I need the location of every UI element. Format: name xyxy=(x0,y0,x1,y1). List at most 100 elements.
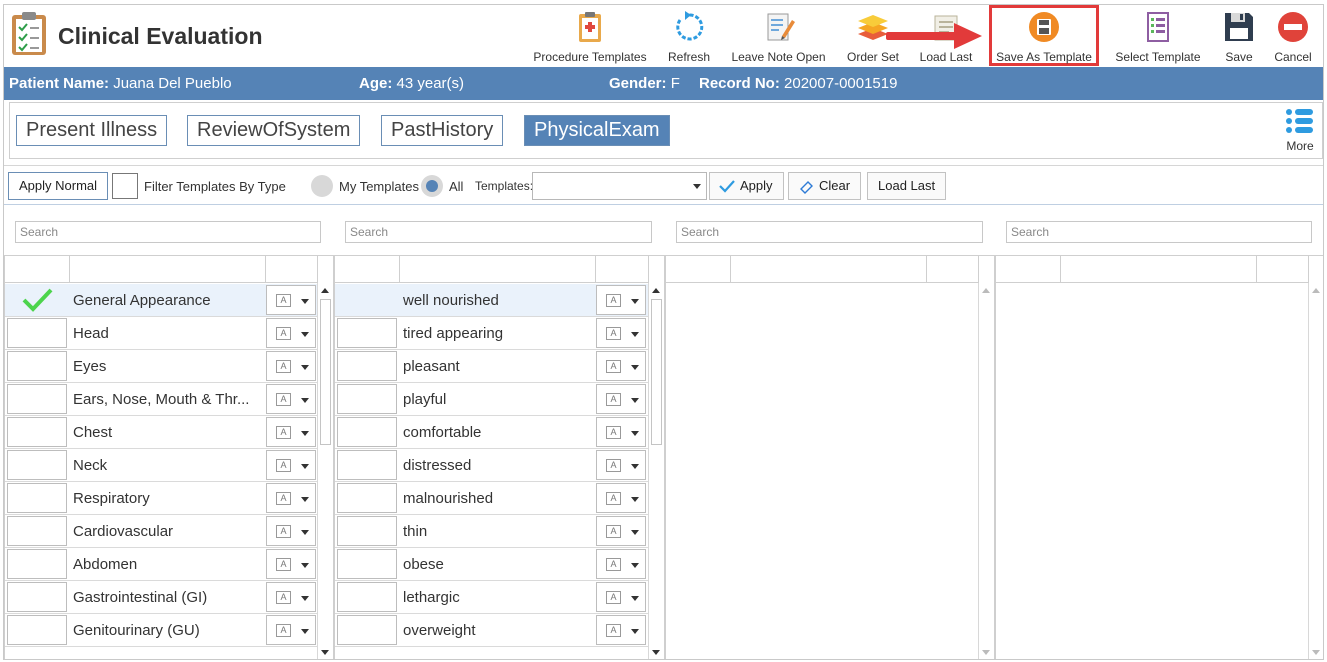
row-checkbox[interactable] xyxy=(337,549,397,579)
findings-scrollbar[interactable] xyxy=(648,283,664,659)
detail-grid-4-scrollbar[interactable] xyxy=(1308,283,1323,659)
text-dropdown-button[interactable]: A xyxy=(596,318,646,348)
templates-select[interactable] xyxy=(532,172,707,200)
row-checkbox[interactable] xyxy=(337,417,397,447)
text-dropdown-button[interactable]: A xyxy=(266,417,316,447)
table-row[interactable]: malnourished A xyxy=(335,482,649,515)
text-dropdown-button[interactable]: A xyxy=(596,384,646,414)
table-row[interactable]: Abdomen A xyxy=(5,548,318,581)
table-row[interactable]: Head A xyxy=(5,317,318,350)
text-dropdown-button[interactable]: A xyxy=(266,318,316,348)
my-templates-radio[interactable] xyxy=(311,175,333,197)
table-row[interactable]: thin A xyxy=(335,515,649,548)
refresh-button[interactable]: Refresh xyxy=(664,7,714,65)
row-checkbox[interactable] xyxy=(337,285,397,315)
search-input-systems[interactable]: Search xyxy=(15,221,321,243)
row-checkbox[interactable] xyxy=(7,351,67,381)
select-template-label: Select Template xyxy=(1115,50,1201,64)
row-checkbox[interactable] xyxy=(7,417,67,447)
text-dropdown-button[interactable]: A xyxy=(266,285,316,315)
save-as-template-button[interactable]: Save As Template xyxy=(994,7,1094,65)
detail-grid-3-scrollbar[interactable] xyxy=(978,283,994,659)
row-checkbox[interactable] xyxy=(7,615,67,645)
apply-normal-button[interactable]: Apply Normal xyxy=(8,172,109,200)
row-checkbox[interactable] xyxy=(7,483,67,513)
load-last-button[interactable]: Load Last xyxy=(867,172,947,200)
text-dropdown-button[interactable]: A xyxy=(596,582,646,612)
text-dropdown-button[interactable]: A xyxy=(266,582,316,612)
row-checkbox[interactable] xyxy=(337,384,397,414)
table-row[interactable]: well nourished A xyxy=(335,284,649,317)
row-checkbox[interactable] xyxy=(7,384,67,414)
save-button[interactable]: Save xyxy=(1219,7,1259,65)
row-checkbox[interactable] xyxy=(7,516,67,546)
systems-grid-header xyxy=(5,256,318,283)
tab-past-history[interactable]: PastHistory xyxy=(381,115,504,146)
row-checkbox[interactable] xyxy=(7,285,67,315)
table-row[interactable]: overweight A xyxy=(335,614,649,647)
row-checkbox[interactable] xyxy=(337,483,397,513)
text-dropdown-button[interactable]: A xyxy=(596,516,646,546)
procedure-templates-button[interactable]: Procedure Templates xyxy=(531,7,649,65)
tab-physical-exam[interactable]: PhysicalExam xyxy=(524,115,670,146)
table-row[interactable]: lethargic A xyxy=(335,581,649,614)
table-row[interactable]: Gastrointestinal (GI) A xyxy=(5,581,318,614)
row-checkbox[interactable] xyxy=(337,450,397,480)
text-dropdown-button[interactable]: A xyxy=(266,615,316,645)
table-row[interactable]: Respiratory A xyxy=(5,482,318,515)
table-row[interactable]: Cardiovascular A xyxy=(5,515,318,548)
text-dropdown-button[interactable]: A xyxy=(596,351,646,381)
table-row[interactable]: tired appearing A xyxy=(335,317,649,350)
table-row[interactable]: comfortable A xyxy=(335,416,649,449)
apply-button[interactable]: Apply xyxy=(709,172,784,200)
table-row[interactable]: Neck A xyxy=(5,449,318,482)
search-input-column-4[interactable]: Search xyxy=(1006,221,1312,243)
text-dropdown-button[interactable]: A xyxy=(266,450,316,480)
text-dropdown-button[interactable]: A xyxy=(596,549,646,579)
systems-scrollbar[interactable] xyxy=(317,283,333,659)
search-input-column-3[interactable]: Search xyxy=(676,221,983,243)
search-input-findings[interactable]: Search xyxy=(345,221,652,243)
detail-grid-4-header xyxy=(996,256,1309,283)
table-row[interactable]: Genitourinary (GU) A xyxy=(5,614,318,647)
select-template-button[interactable]: Select Template xyxy=(1112,7,1204,65)
text-dropdown-button[interactable]: A xyxy=(266,351,316,381)
row-checkbox[interactable] xyxy=(7,450,67,480)
row-checkbox[interactable] xyxy=(7,318,67,348)
row-checkbox[interactable] xyxy=(337,615,397,645)
text-dropdown-button[interactable]: A xyxy=(266,384,316,414)
table-row[interactable]: obese A xyxy=(335,548,649,581)
filter-by-type-checkbox[interactable] xyxy=(112,173,138,199)
row-checkbox[interactable] xyxy=(337,516,397,546)
more-button[interactable]: More xyxy=(1282,105,1318,153)
table-row[interactable]: pleasant A xyxy=(335,350,649,383)
row-checkbox[interactable] xyxy=(337,318,397,348)
clear-button[interactable]: Clear xyxy=(788,172,862,200)
tab-review-of-system[interactable]: ReviewOfSystem xyxy=(187,115,361,146)
table-row[interactable]: Ears, Nose, Mouth & Thr... A xyxy=(5,383,318,416)
all-radio[interactable] xyxy=(421,175,443,197)
text-dropdown-button[interactable]: A xyxy=(266,549,316,579)
table-row[interactable]: distressed A xyxy=(335,449,649,482)
text-dropdown-button[interactable]: A xyxy=(266,516,316,546)
table-row[interactable]: playful A xyxy=(335,383,649,416)
text-format-icon: A xyxy=(606,558,621,571)
text-dropdown-button[interactable]: A xyxy=(596,417,646,447)
row-checkbox[interactable] xyxy=(337,351,397,381)
table-row[interactable]: Eyes A xyxy=(5,350,318,383)
text-dropdown-button[interactable]: A xyxy=(596,483,646,513)
text-dropdown-button[interactable]: A xyxy=(596,615,646,645)
cancel-button[interactable]: Cancel xyxy=(1271,7,1315,65)
text-dropdown-button[interactable]: A xyxy=(596,450,646,480)
text-format-icon: A xyxy=(276,294,291,307)
row-checkbox[interactable] xyxy=(7,582,67,612)
patient-record-value: 202007-0001519 xyxy=(784,75,898,92)
row-checkbox[interactable] xyxy=(337,582,397,612)
table-row[interactable]: General Appearance A xyxy=(5,284,318,317)
text-dropdown-button[interactable]: A xyxy=(596,285,646,315)
leave-note-open-button[interactable]: Leave Note Open xyxy=(731,7,826,65)
tab-present-illness[interactable]: Present Illness xyxy=(16,115,168,146)
row-checkbox[interactable] xyxy=(7,549,67,579)
text-dropdown-button[interactable]: A xyxy=(266,483,316,513)
table-row[interactable]: Chest A xyxy=(5,416,318,449)
